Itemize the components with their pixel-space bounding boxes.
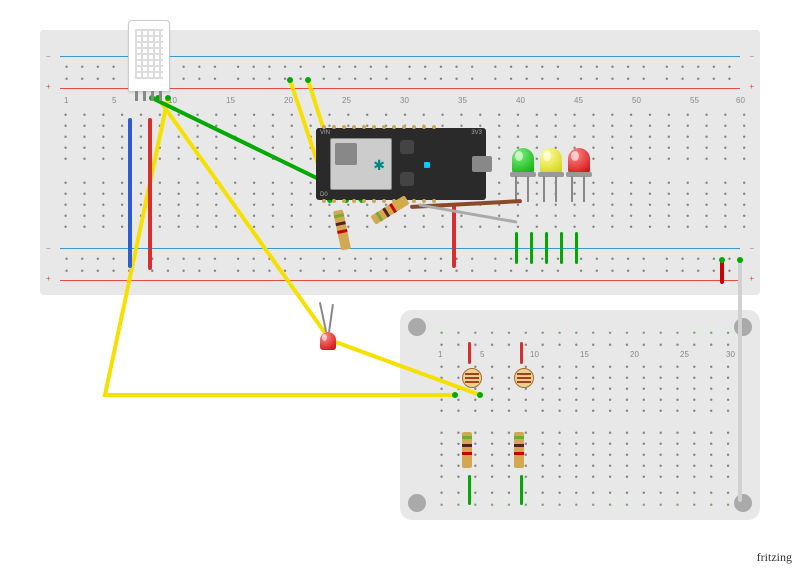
led-yellow[interactable] — [540, 148, 562, 174]
pin-label: VIN — [320, 130, 330, 136]
pin-label: D0 — [320, 192, 328, 198]
particle-photon[interactable]: ✱ VIN D0 3V3 — [316, 128, 486, 200]
breadboard-half: • • • • • • • • • • • • • • • • • • • • … — [400, 310, 760, 520]
credit-label: fritzing — [757, 550, 792, 565]
wire-red — [148, 118, 152, 270]
wifi-module-icon: ✱ — [330, 138, 392, 190]
wire-green — [530, 232, 533, 264]
resistor[interactable] — [462, 432, 472, 468]
mount-hole — [408, 494, 426, 512]
wire-green — [545, 232, 548, 264]
dht22-sensor[interactable] — [128, 20, 170, 92]
photoresistor[interactable] — [462, 368, 482, 388]
led-red-loose[interactable] — [320, 332, 336, 350]
photoresistor[interactable] — [514, 368, 534, 388]
wire-green — [515, 232, 518, 264]
wire-green — [575, 232, 578, 264]
usb-port-icon — [472, 156, 492, 172]
led-green[interactable] — [512, 148, 534, 174]
resistor[interactable] — [514, 432, 524, 468]
wire-red — [520, 342, 523, 364]
wire-red — [468, 342, 471, 364]
mount-hole — [408, 318, 426, 336]
wire-green — [468, 475, 471, 505]
led-red[interactable] — [568, 148, 590, 174]
wire-red — [452, 204, 456, 268]
wire-green — [560, 232, 563, 264]
setup-button[interactable] — [400, 172, 414, 186]
status-led-icon — [424, 162, 430, 168]
reset-button[interactable] — [400, 140, 414, 154]
rail-bot-neg — [60, 248, 740, 249]
wire-blue — [128, 118, 132, 268]
pin-label: 3V3 — [471, 130, 482, 136]
rail-bot-pos — [60, 280, 740, 281]
wire-green — [520, 475, 523, 505]
